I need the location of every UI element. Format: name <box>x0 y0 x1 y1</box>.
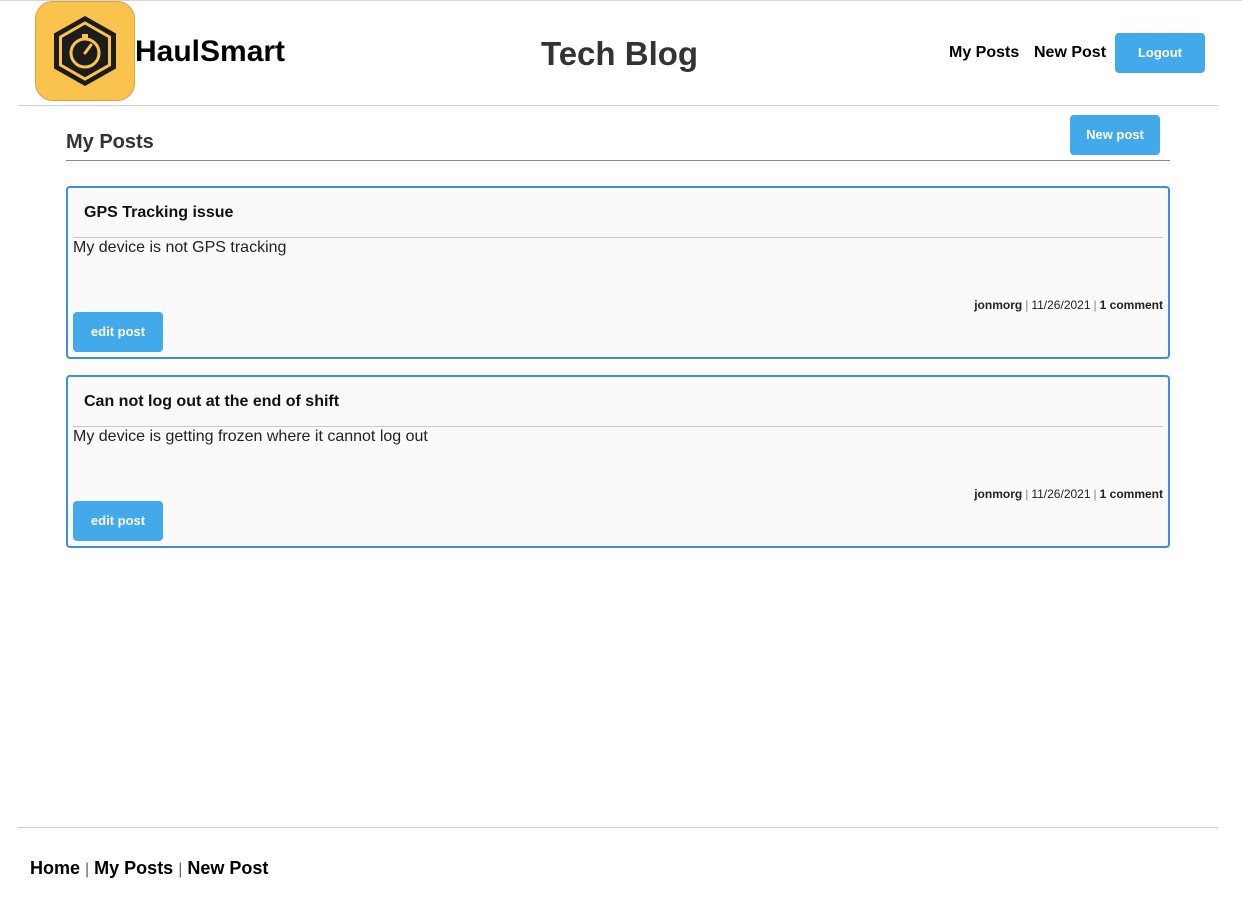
footer-separator: | <box>85 861 90 878</box>
footer-new-post-link[interactable]: New Post <box>187 858 268 878</box>
meta-separator: | <box>1093 298 1097 312</box>
post-card[interactable]: Can not log out at the end of shift My d… <box>66 375 1170 548</box>
meta-separator: | <box>1025 298 1029 312</box>
meta-separator: | <box>1093 487 1097 501</box>
section-divider <box>66 160 1170 161</box>
post-title[interactable]: GPS Tracking issue <box>84 203 233 223</box>
post-meta: jonmorg | 11/26/2021 | 1 comment <box>974 298 1163 312</box>
brand-name: HaulSmart <box>135 35 286 68</box>
site-header: HaulSmart Tech Blog My Posts New Post Lo… <box>0 0 1242 106</box>
footer-my-posts-link[interactable]: My Posts <box>94 858 173 878</box>
header-divider <box>18 105 1218 106</box>
post-title[interactable]: Can not log out at the end of shift <box>84 392 339 412</box>
edit-post-button[interactable]: edit post <box>73 312 163 352</box>
logout-button[interactable]: Logout <box>1115 33 1205 73</box>
haulsmart-logo-icon[interactable] <box>35 1 135 101</box>
post-comment-count[interactable]: 1 comment <box>1100 298 1163 312</box>
footer-separator: | <box>178 861 183 878</box>
stopwatch-hexagon-icon <box>54 16 116 86</box>
meta-separator: | <box>1025 487 1029 501</box>
site-footer: Home | My Posts | New Post <box>30 857 268 881</box>
edit-post-button[interactable]: edit post <box>73 501 163 541</box>
footer-divider <box>18 827 1218 828</box>
footer-home-link[interactable]: Home <box>30 858 80 878</box>
post-author: jonmorg <box>974 298 1023 312</box>
page-title: Tech Blog <box>541 35 699 72</box>
post-date: 11/26/2021 <box>1031 487 1091 501</box>
post-comment-count[interactable]: 1 comment <box>1100 487 1163 501</box>
post-body: My device is getting frozen where it can… <box>73 428 428 445</box>
post-meta: jonmorg | 11/26/2021 | 1 comment <box>974 487 1163 501</box>
new-post-button[interactable]: New post <box>1070 115 1160 155</box>
section-title: My Posts <box>66 131 154 153</box>
post-date: 11/26/2021 <box>1031 298 1091 312</box>
post-author: jonmorg <box>974 487 1023 501</box>
post-card[interactable]: GPS Tracking issue My device is not GPS … <box>66 186 1170 359</box>
post-body: My device is not GPS tracking <box>73 239 287 256</box>
nav-new-post-link[interactable]: New Post <box>1034 43 1106 63</box>
nav-my-posts-link[interactable]: My Posts <box>949 43 1019 63</box>
